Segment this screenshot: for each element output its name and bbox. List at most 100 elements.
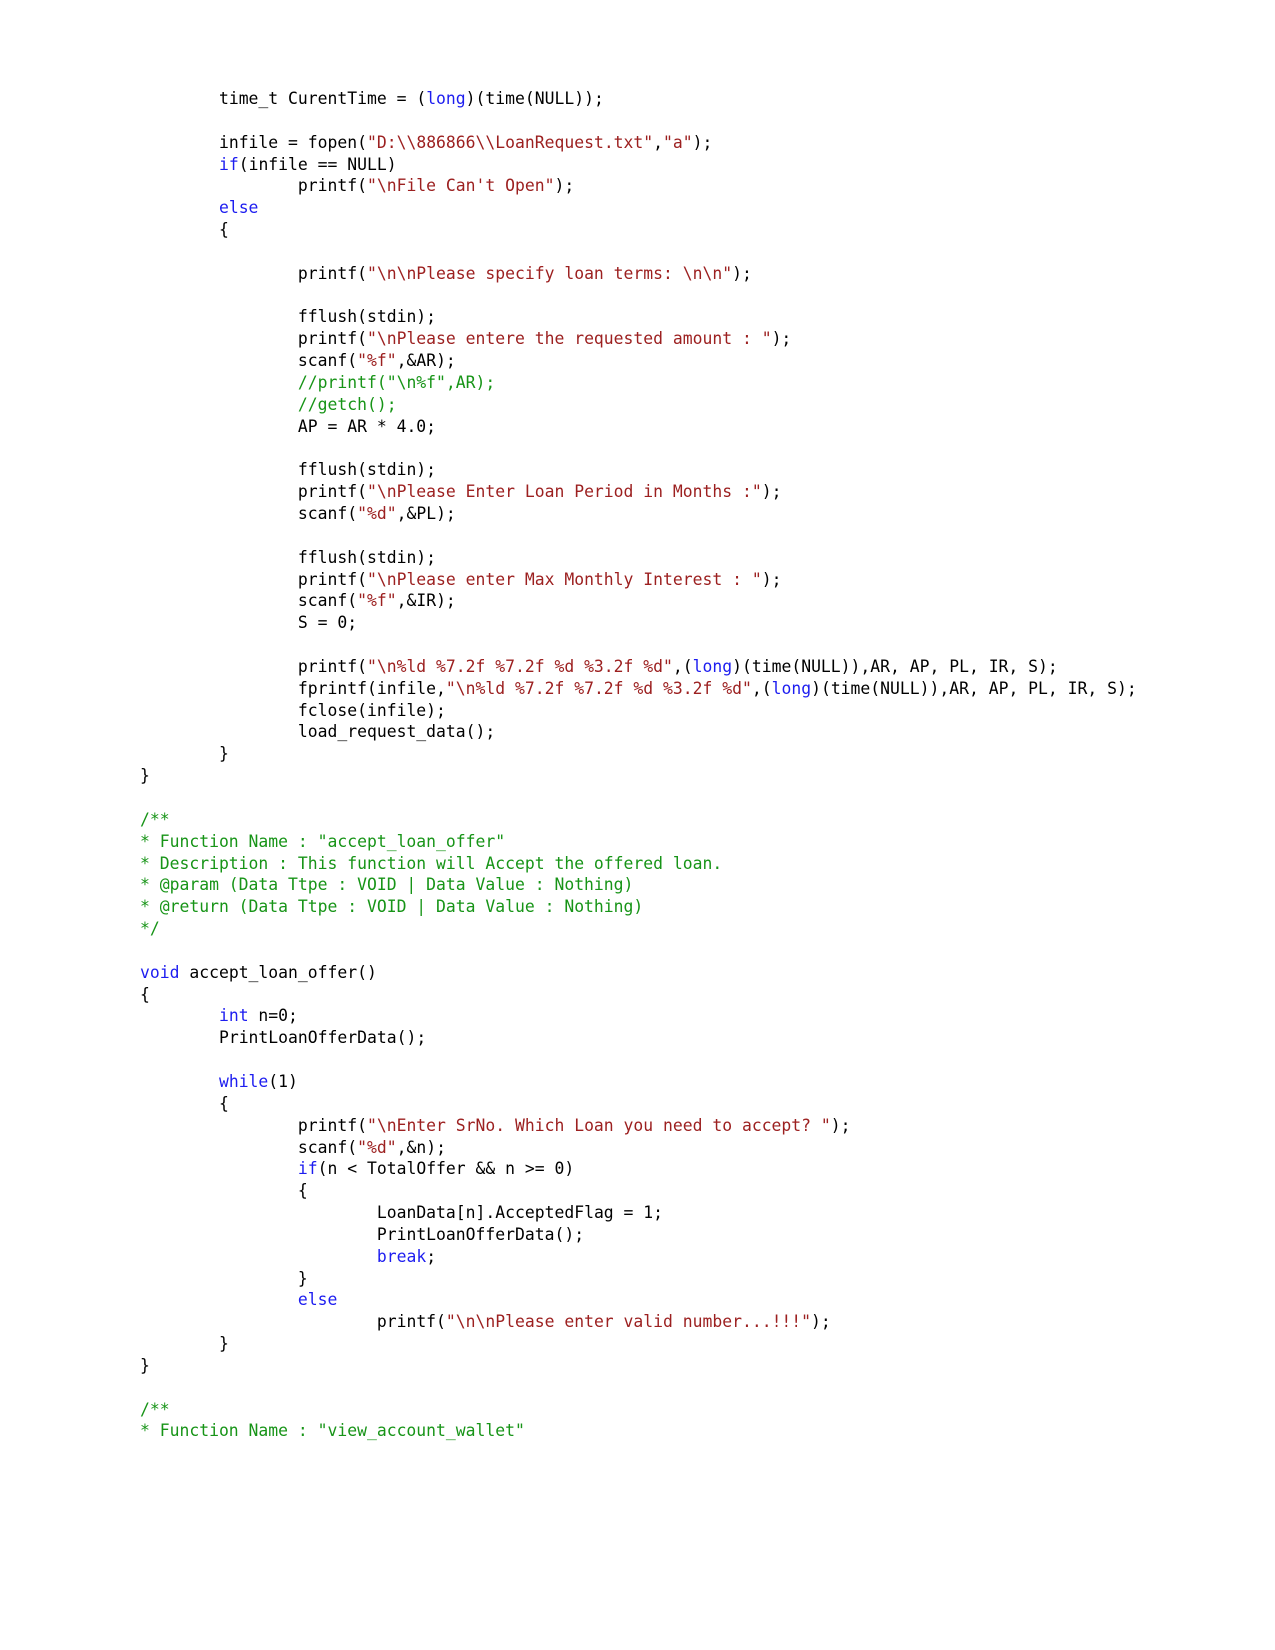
code-token-str: "%f" [357, 591, 397, 611]
code-token-pln: ); [830, 1115, 851, 1135]
code-line: int n=0; [140, 1005, 1215, 1027]
code-token-pln: ; [426, 1246, 437, 1266]
code-line: load_request_data(); [140, 721, 1215, 743]
code-token-pln: n=0; [248, 1006, 298, 1026]
code-line: } [140, 1355, 1215, 1377]
code-line: while(1) [140, 1071, 1215, 1093]
code-token-pln [140, 1290, 298, 1309]
code-token-str: "a" [663, 132, 693, 152]
code-line: printf("\nPlease enter Max Monthly Inter… [140, 569, 1215, 591]
code-line: //getch(); [140, 394, 1215, 416]
code-token-pln: printf( [140, 329, 367, 349]
code-token-str: "\nPlease entere the requested amount : … [366, 329, 772, 349]
code-token-str: "%f" [357, 351, 397, 371]
code-token-pln: ,&PL); [396, 504, 456, 524]
code-line: } [140, 1268, 1215, 1290]
code-token-kw: long [692, 656, 733, 676]
code-token-cmt: * @param (Data Ttpe : VOID | Data Value … [140, 875, 634, 895]
code-line: if(infile == NULL) [140, 154, 1215, 176]
code-token-cmt: //printf("\n%f",AR); [140, 372, 496, 392]
code-token-pln: printf( [140, 482, 367, 502]
code-token-kw: void [140, 962, 180, 982]
code-line: fflush(stdin); [140, 547, 1215, 569]
code-token-pln: ,( [751, 678, 772, 698]
code-token-pln: )(time(NULL)),AR, AP, PL, IR, S); [811, 678, 1137, 698]
code-line: { [140, 219, 1215, 241]
code-line: LoanData[n].AcceptedFlag = 1; [140, 1202, 1215, 1224]
code-token-cmt: * Function Name : "accept_loan_offer" [140, 831, 506, 851]
code-line: } [140, 1333, 1215, 1355]
code-token-pln: printf( [140, 1312, 446, 1332]
code-token-pln: PrintLoanOfferData(); [140, 1028, 427, 1048]
code-token-cmt: //getch(); [140, 394, 397, 414]
code-token-pln: ); [554, 176, 575, 196]
code-token-pln: { [140, 1181, 308, 1201]
code-line: infile = fopen("D:\\886866\\LoanRequest.… [140, 132, 1215, 154]
code-token-pln: AP = AR * 4.0; [140, 416, 437, 436]
code-line: /** [140, 1399, 1215, 1421]
code-token-pln [140, 155, 219, 174]
code-token-str: "\nFile Can't Open" [366, 176, 555, 196]
code-token-pln: } [140, 1355, 150, 1375]
code-token-pln [140, 1159, 298, 1178]
code-token-cmt: * Function Name : "view_account_wallet" [140, 1421, 525, 1441]
code-line: if(n < TotalOffer && n >= 0) [140, 1158, 1215, 1180]
code-line: else [140, 1289, 1215, 1311]
code-token-str: "\n%ld %7.2f %7.2f %d %3.2f %d" [445, 678, 752, 698]
code-token-pln: ); [771, 329, 792, 349]
code-token-pln: scanf( [140, 1137, 358, 1157]
code-line: printf("\nEnter SrNo. Which Loan you nee… [140, 1115, 1215, 1137]
code-token-pln: fflush(stdin); [140, 307, 437, 327]
code-line: * Function Name : "view_account_wallet" [140, 1420, 1215, 1442]
code-token-pln: ); [761, 569, 782, 589]
code-line: printf("\n%ld %7.2f %7.2f %d %3.2f %d",(… [140, 656, 1215, 678]
code-token-str: "\nEnter SrNo. Which Loan you need to ac… [366, 1115, 831, 1135]
code-token-pln: fflush(stdin); [140, 460, 437, 480]
code-token-pln: fflush(stdin); [140, 547, 437, 567]
code-line: printf("\n\nPlease specify loan terms: \… [140, 263, 1215, 285]
code-token-pln: (n < TotalOffer && n >= 0) [317, 1159, 575, 1179]
code-token-pln: infile = fopen( [140, 132, 367, 152]
code-token-pln: )(time(NULL)),AR, AP, PL, IR, S); [732, 656, 1058, 676]
code-token-pln: } [140, 744, 229, 764]
code-line: { [140, 984, 1215, 1006]
code-token-str: "\n\nPlease enter valid number...!!!" [445, 1312, 812, 1332]
code-token-pln: scanf( [140, 591, 358, 611]
code-line: else [140, 197, 1215, 219]
code-line: printf("\nFile Can't Open"); [140, 175, 1215, 197]
code-token-pln: fclose(infile); [140, 700, 446, 720]
code-token-pln: fprintf(infile, [140, 678, 446, 698]
code-token-pln: scanf( [140, 504, 358, 524]
code-line: time_t CurentTime = (long)(time(NULL)); [140, 88, 1215, 110]
code-token-str: "%d" [357, 504, 397, 524]
code-token-pln: printf( [140, 656, 367, 676]
code-token-pln: ); [761, 482, 782, 502]
code-token-str: "D:\\886866\\LoanRequest.txt" [366, 132, 654, 152]
code-token-pln: S = 0; [140, 613, 358, 633]
code-token-pln [140, 1247, 377, 1266]
code-line: * @param (Data Ttpe : VOID | Data Value … [140, 874, 1215, 896]
code-token-pln: )(time(NULL)); [465, 89, 604, 108]
code-line: printf("\nPlease entere the requested am… [140, 328, 1215, 350]
code-line: printf("\n\nPlease enter valid number...… [140, 1311, 1215, 1333]
code-token-pln: printf( [140, 263, 367, 283]
code-line: fprintf(infile,"\n%ld %7.2f %7.2f %d %3.… [140, 678, 1215, 700]
code-line: void accept_loan_offer() [140, 962, 1215, 984]
code-line: fclose(infile); [140, 700, 1215, 722]
code-token-cmt: */ [140, 919, 160, 939]
code-line: break; [140, 1246, 1215, 1268]
code-token-pln [140, 1006, 219, 1025]
code-token-pln: ,&n); [396, 1137, 446, 1157]
code-listing: time_t CurentTime = (long)(time(NULL)); … [0, 88, 1275, 1442]
code-token-kw: while [218, 1071, 269, 1091]
code-line: scanf("%d",&n); [140, 1137, 1215, 1159]
code-token-pln: scanf( [140, 351, 358, 371]
code-token-cmt: * @return (Data Ttpe : VOID | Data Value… [140, 897, 644, 917]
code-token-str: "%d" [357, 1137, 397, 1157]
code-token-pln: { [140, 1093, 229, 1113]
code-token-str: "\n\nPlease specify loan terms: \n\n" [366, 263, 733, 283]
